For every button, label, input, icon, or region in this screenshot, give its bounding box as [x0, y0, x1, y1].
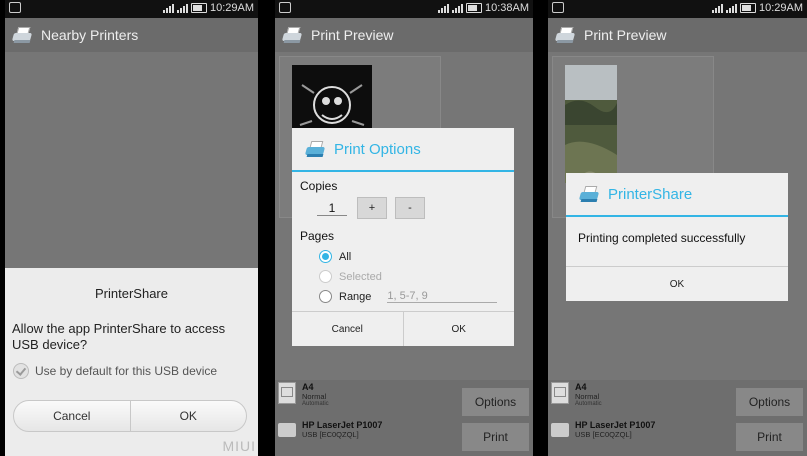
print-success-dialog: PrinterShare Printing completed successf…	[566, 173, 788, 301]
preview-thumbnail[interactable]	[565, 65, 617, 183]
battery-icon	[190, 3, 207, 13]
checkbox-label: Use by default for this USB device	[35, 364, 218, 378]
printer-icon	[278, 423, 296, 437]
printer-app-icon[interactable]	[11, 26, 33, 44]
status-icons: 10:38AM	[437, 2, 529, 14]
screen-print-complete: 10:29AM Print Preview A4 Normal Automati…	[548, 0, 807, 456]
radio-selected-icon[interactable]	[319, 250, 332, 263]
use-default-checkbox[interactable]: Use by default for this USB device	[13, 363, 258, 379]
checkbox-icon[interactable]	[13, 363, 29, 379]
page-title: Nearby Printers	[41, 27, 139, 43]
status-bar: 10:29AM	[5, 0, 258, 18]
usb-permission-dialog: PrinterShare Allow the app PrinterShare …	[5, 268, 258, 456]
radio-selected: Selected	[319, 270, 514, 283]
paper-settings[interactable]: A4 Normal Automatic	[278, 382, 329, 408]
dialog-buttons: Cancel OK	[13, 400, 247, 432]
page-title: Print Preview	[584, 27, 667, 43]
status-icons: 10:29AM	[711, 2, 803, 14]
print-button[interactable]: Print	[462, 423, 529, 451]
paper-size: A4	[302, 382, 314, 392]
copies-input[interactable]: 1	[317, 201, 347, 216]
paper-mode: Automatic	[575, 401, 602, 407]
increment-button[interactable]: +	[357, 197, 387, 219]
ok-button[interactable]: OK	[566, 266, 788, 301]
dialog-header: PrinterShare	[566, 173, 788, 217]
signal-icon	[162, 3, 174, 13]
printer-icon	[578, 185, 600, 203]
paper-size: A4	[575, 382, 587, 392]
dialog-title: PrinterShare	[608, 185, 693, 203]
action-bar: Nearby Printers	[5, 18, 258, 52]
action-bar: Print Preview	[275, 18, 533, 52]
printer-icon	[304, 140, 326, 158]
ok-button[interactable]: OK	[131, 401, 247, 431]
ok-button[interactable]: OK	[404, 312, 515, 346]
bottom-panel: A4 Normal Automatic HP LaserJet P1007 US…	[275, 380, 533, 456]
dialog-title: PrinterShare	[95, 286, 168, 301]
paper-quality: Normal	[302, 392, 327, 401]
paper-quality: Normal	[575, 392, 600, 401]
radio-range[interactable]: Range 1, 5-7, 9	[319, 290, 514, 303]
bottom-panel: A4 Normal Automatic HP LaserJet P1007 US…	[548, 380, 807, 456]
signal-icon	[176, 3, 188, 13]
printer-selection[interactable]: HP LaserJet P1007 USB [EC0QZQL]	[278, 420, 382, 439]
dialog-header: Print Options	[292, 128, 514, 172]
copies-label: Copies	[300, 179, 338, 193]
options-button[interactable]: Options	[736, 388, 803, 416]
radio-unselected-icon[interactable]	[319, 290, 332, 303]
notification-icon	[9, 2, 21, 13]
cancel-button[interactable]: Cancel	[292, 312, 404, 346]
paper-settings[interactable]: A4 Normal Automatic	[551, 382, 602, 408]
printer-port: USB [EC0QZQL]	[575, 430, 632, 439]
action-bar: Print Preview	[548, 18, 807, 52]
paper-icon	[551, 382, 569, 404]
dialog-message: Printing completed successfully	[578, 231, 746, 245]
notification-icon	[279, 2, 291, 13]
page-title: Print Preview	[311, 27, 394, 43]
signal-icon	[725, 3, 737, 13]
paper-mode: Automatic	[302, 401, 329, 407]
miui-watermark: MIUI	[222, 438, 256, 454]
status-icons: 10:29AM	[162, 2, 254, 14]
printer-port: USB [EC0QZQL]	[302, 430, 359, 439]
printer-name: HP LaserJet P1007	[302, 420, 383, 430]
screen-print-options: 10:38AM Print Preview A4 Normal Automati…	[275, 0, 533, 456]
printer-icon	[551, 423, 569, 437]
radio-selected-label: Selected	[339, 270, 382, 283]
printer-name: HP LaserJet P1007	[575, 420, 656, 430]
print-options-dialog: Print Options Copies 1 + - Pages All Sel…	[292, 128, 514, 346]
options-button[interactable]: Options	[462, 388, 529, 416]
range-input[interactable]: 1, 5-7, 9	[387, 290, 498, 303]
signal-icon	[711, 3, 723, 13]
status-bar: 10:29AM	[548, 0, 807, 18]
printer-app-icon[interactable]	[281, 26, 303, 44]
notification-icon	[552, 2, 564, 13]
status-bar: 10:38AM	[275, 0, 533, 18]
dialog-title: Print Options	[334, 140, 421, 158]
printer-selection[interactable]: HP LaserJet P1007 USB [EC0QZQL]	[551, 420, 655, 439]
print-button[interactable]: Print	[736, 423, 803, 451]
radio-all[interactable]: All	[319, 250, 514, 263]
battery-icon	[739, 3, 756, 13]
signal-icon	[451, 3, 463, 13]
battery-icon	[465, 3, 482, 13]
printer-app-icon[interactable]	[554, 26, 576, 44]
radio-range-label: Range	[339, 290, 372, 303]
signal-icon	[437, 3, 449, 13]
screen-nearby-printers: 10:29AM Nearby Printers PrinterShare All…	[5, 0, 258, 456]
dialog-message: Allow the app PrinterShare to access USB…	[12, 321, 226, 352]
clock: 10:29AM	[209, 2, 254, 14]
cancel-button[interactable]: Cancel	[14, 401, 131, 431]
clock: 10:38AM	[484, 2, 529, 14]
paper-icon	[278, 382, 296, 404]
landscape-photo	[565, 65, 617, 183]
clock: 10:29AM	[758, 2, 803, 14]
copies-stepper: 1 + -	[317, 197, 514, 219]
decrement-button[interactable]: -	[395, 197, 425, 219]
radio-all-label: All	[339, 250, 352, 263]
radio-disabled-icon	[319, 270, 332, 283]
pages-label: Pages	[300, 229, 335, 243]
dialog-buttons: Cancel OK	[292, 311, 514, 346]
